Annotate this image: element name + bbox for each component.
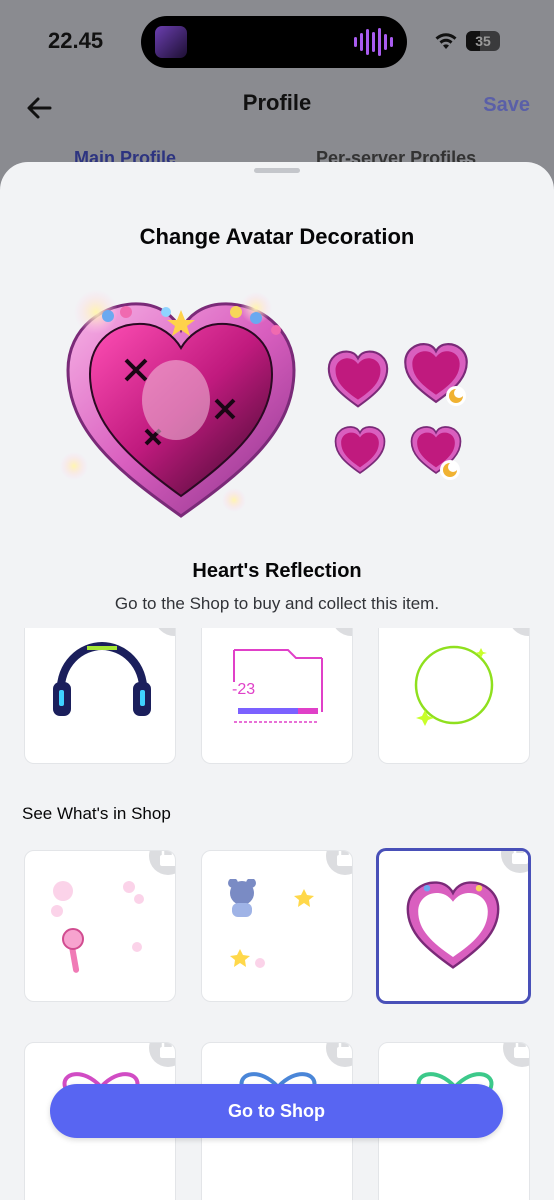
- sheet-grabber-handle[interactable]: [254, 168, 300, 173]
- lock-badge: [503, 1043, 529, 1067]
- save-button[interactable]: Save: [483, 94, 530, 117]
- go-to-shop-button[interactable]: Go to Shop: [50, 1084, 503, 1138]
- lock-icon: [512, 851, 528, 864]
- decoration-card-headphones[interactable]: [24, 628, 176, 764]
- shop-card-heart-frame-selected[interactable]: [376, 848, 531, 1004]
- page-title: Profile: [242, 90, 312, 115]
- battery-icon: 35: [466, 31, 500, 51]
- lock-icon: [514, 1043, 529, 1058]
- lock-icon: [160, 851, 175, 866]
- green-ring-decoration-icon: [414, 645, 494, 726]
- avatar-preview-small-1: [327, 350, 389, 408]
- bear-stars-decoration-icon: [228, 879, 314, 968]
- decoration-card-cyber-hud[interactable]: -23: [201, 628, 353, 764]
- decoration-description: Go to the Shop to buy and collect this i…: [114, 594, 440, 613]
- lock-badge: [501, 851, 528, 873]
- lock-badge: [149, 1043, 175, 1067]
- battery-level: 35: [475, 33, 491, 49]
- lock-icon: [337, 1043, 352, 1058]
- shop-section-label: See What's in Shop: [22, 804, 171, 823]
- cyber-hud-decoration-icon: -23: [232, 649, 323, 723]
- shop-card-bear-stars[interactable]: [201, 850, 353, 1002]
- lock-badge: [326, 1043, 352, 1067]
- avatar-preview-large: [60, 290, 296, 518]
- sheet-title: Change Avatar Decoration: [139, 224, 415, 249]
- headphones-decoration-icon: [53, 641, 151, 716]
- lock-badge: [149, 851, 175, 875]
- lock-badge: [326, 851, 352, 875]
- lock-icon: [160, 1043, 175, 1058]
- lock-icon: [337, 851, 352, 866]
- audio-waveform-icon: [354, 28, 393, 56]
- decoration-name: Heart's Reflection: [192, 560, 362, 582]
- status-time: 22.45: [48, 28, 104, 53]
- magic-wand-bubbles-decoration-icon: [51, 881, 144, 973]
- avatar-preview-sizes: [324, 340, 474, 480]
- now-playing-artwork-icon: [155, 26, 187, 58]
- avatar-preview-small-3: [334, 426, 386, 475]
- shop-card-magic-wand[interactable]: [24, 850, 176, 1002]
- avatar-decoration-sheet: Change Avatar Decoration Heart's Reflect…: [0, 162, 554, 1200]
- dynamic-island: [141, 16, 407, 68]
- idle-status-icon: [446, 386, 466, 406]
- heart-frame-decoration-icon: [406, 881, 500, 969]
- decoration-card-green-ring[interactable]: [378, 628, 530, 764]
- svg-text:-23: -23: [232, 681, 255, 698]
- idle-status-icon-small: [440, 460, 460, 480]
- status-bar: 22.45 35: [0, 0, 554, 80]
- wifi-icon: [435, 33, 457, 49]
